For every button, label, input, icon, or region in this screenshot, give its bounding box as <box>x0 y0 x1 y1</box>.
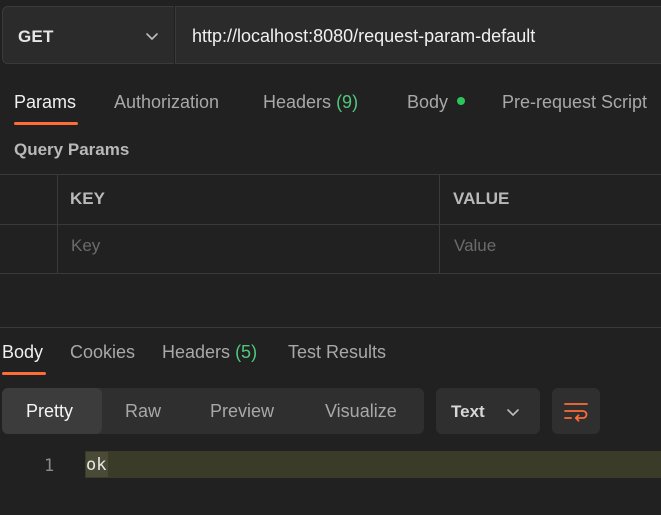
response-tab-test-results[interactable]: Test Results <box>288 342 386 363</box>
query-params-title: Query Params <box>14 140 130 159</box>
column-header-key: KEY <box>70 189 105 208</box>
active-tab-indicator <box>14 122 78 125</box>
method-label: GET <box>18 27 54 46</box>
response-divider <box>0 327 661 328</box>
url-value: http://localhost:8080/request-param-defa… <box>192 26 536 46</box>
response-tab-body[interactable]: Body <box>2 342 43 363</box>
tab-headers-count: (9) <box>336 92 359 112</box>
view-preview-button[interactable]: Preview <box>210 401 274 422</box>
value-input[interactable]: Value <box>454 236 496 256</box>
view-pretty-button[interactable]: Pretty <box>26 401 73 422</box>
key-input[interactable]: Key <box>71 236 100 256</box>
chevron-down-icon[interactable] <box>144 28 160 44</box>
format-label: Text <box>451 402 485 421</box>
tab-pre-request-script[interactable]: Pre-request Script <box>502 92 647 113</box>
tab-headers-label: Headers <box>263 92 332 112</box>
response-tab-headers-count: (5) <box>235 342 258 362</box>
chevron-down-icon[interactable] <box>505 404 521 420</box>
response-tab-cookies[interactable]: Cookies <box>70 342 135 363</box>
table-bottom-border <box>0 273 661 274</box>
column-header-value: VALUE <box>453 189 510 208</box>
table-col-divider <box>439 174 440 274</box>
tab-body[interactable]: Body <box>407 92 448 113</box>
response-tab-headers-label: Headers <box>162 342 231 362</box>
body-status-dot <box>457 97 465 105</box>
wrap-lines-icon <box>564 403 588 422</box>
table-row-divider <box>0 224 661 225</box>
response-active-tab-indicator <box>2 372 46 375</box>
tab-headers[interactable]: Headers (9) <box>263 92 358 113</box>
tab-authorization[interactable]: Authorization <box>114 92 219 113</box>
response-tab-headers[interactable]: Headers (5) <box>162 342 257 363</box>
table-col-divider <box>57 174 58 274</box>
view-raw-button[interactable]: Raw <box>125 401 161 422</box>
view-visualize-button[interactable]: Visualize <box>325 401 397 422</box>
line-number: 1 <box>44 456 55 476</box>
tab-params[interactable]: Params <box>14 92 76 113</box>
current-line-highlight <box>85 451 661 478</box>
table-top-border <box>0 174 661 175</box>
response-body-text[interactable]: ok <box>86 455 106 475</box>
